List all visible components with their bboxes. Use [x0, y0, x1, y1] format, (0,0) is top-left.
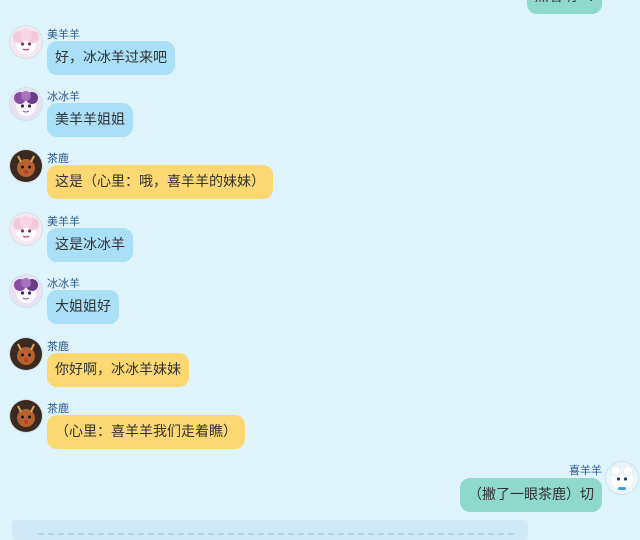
sender-name: 冰冰羊	[47, 90, 80, 103]
sender-name: 冰冰羊	[47, 277, 80, 290]
purple-sheep-avatar-icon[interactable]	[10, 275, 42, 307]
message-bubble: 你好啊，冰冰羊妹妹	[47, 353, 189, 387]
message-bubble: 美羊羊姐姐	[47, 103, 133, 137]
pink-sheep-avatar-icon[interactable]	[10, 26, 42, 58]
sender-name: 喜羊羊	[569, 464, 602, 477]
deer-avatar-icon[interactable]	[10, 338, 42, 370]
pink-sheep-avatar-icon[interactable]	[10, 213, 42, 245]
message-bubble: 这是冰冰羊	[47, 228, 133, 262]
partial-message-bubble: 点着呐~!	[526, 0, 602, 14]
message-bubble: 好，冰冰羊过来吧	[47, 41, 175, 75]
sender-name: 美羊羊	[47, 28, 80, 41]
message-bubble: 大姐姐好	[47, 290, 119, 324]
sender-name: 茶鹿	[47, 340, 69, 353]
message-bubble: （撇了一眼茶鹿）切	[460, 478, 602, 512]
deer-avatar-icon[interactable]	[10, 150, 42, 182]
message-bubble: （心里：喜羊羊我们走着瞧）	[47, 415, 245, 449]
message-bubble: 这是（心里：哦，喜羊羊的妹妹）	[47, 165, 273, 199]
sender-name: 美羊羊	[47, 215, 80, 228]
input-area[interactable]	[12, 520, 528, 540]
sender-name: 茶鹿	[47, 152, 69, 165]
white-sheep-avatar-icon[interactable]	[606, 462, 638, 494]
chat-message: 喜羊羊 （撇了一眼茶鹿）切	[0, 462, 640, 522]
deer-avatar-icon[interactable]	[10, 400, 42, 432]
sender-name: 茶鹿	[47, 402, 69, 415]
purple-sheep-avatar-icon[interactable]	[10, 88, 42, 120]
